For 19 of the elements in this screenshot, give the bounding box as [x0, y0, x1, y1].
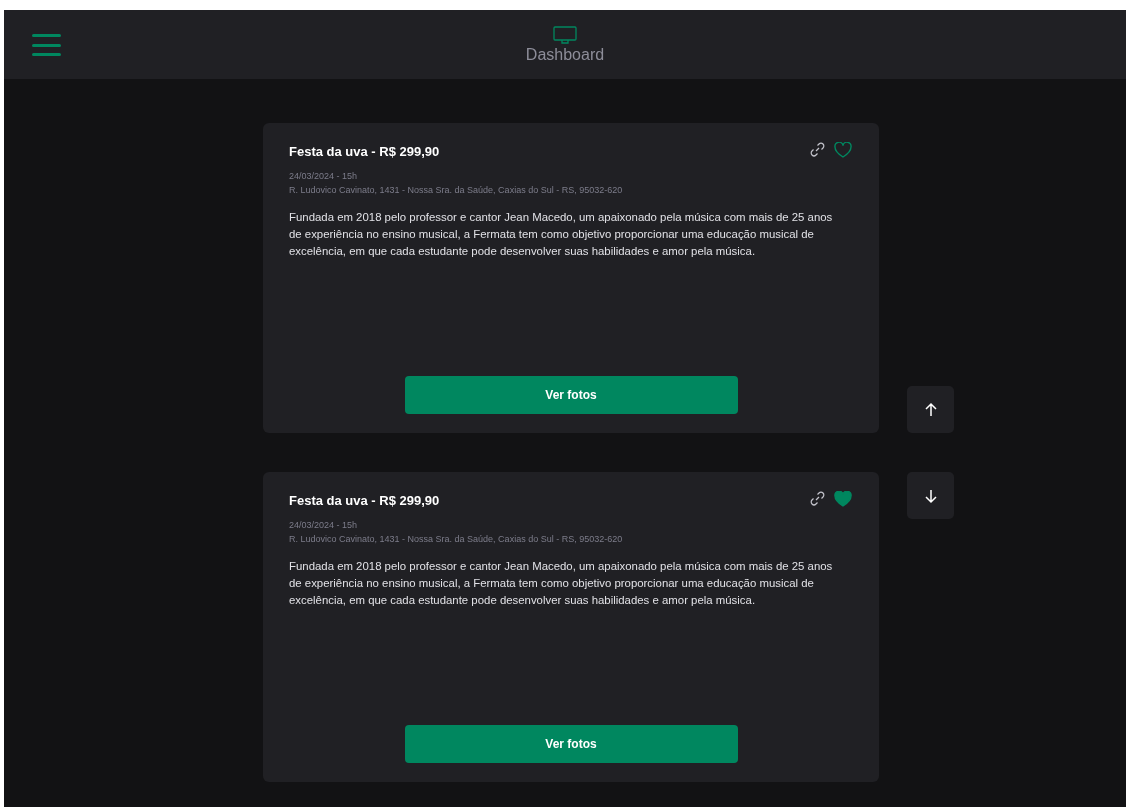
heart-icon[interactable] [834, 490, 852, 507]
up-arrow-button[interactable] [907, 386, 954, 433]
menu-icon[interactable] [32, 34, 61, 56]
event-title: Festa da uva - R$ 299,90 [289, 492, 440, 510]
event-date: 24/03/2024 - 15h [289, 169, 359, 183]
photos-button[interactable]: Ver fotos [404, 376, 738, 414]
event-address: R. Ludovico Cavinato, 1431 - Nossa Sra. da Saúde, Caxias do Sul - RS, 95032-620 [289, 183, 624, 197]
event-title: Festa da uva - R$ 299,90 [289, 143, 440, 161]
event-address: R. Ludovico Cavinato, 1431 - Nossa Sra. da Saúde, Caxias do Sul - RS, 95032-620 [289, 532, 624, 546]
link-icon[interactable] [809, 490, 826, 507]
monitor-icon [553, 26, 577, 45]
event-date: 24/03/2024 - 15h [289, 518, 359, 532]
down-arrow-button[interactable] [907, 472, 954, 519]
event-description: Fundada em 2018 pelo professor e cantor Jean Macedo, um apaixonado pela música com mais de 25 anos de experiência no ensino musical, a Fermata tem como objetivo proporcionar uma educação musical de excelência, em que cada estudante pode desenvolver suas habilidades e amor pela música. [289, 558, 834, 608]
event-description: Fundada em 2018 pelo professor e cantor Jean Macedo, um apaixonado pela música com mais de 25 anos de experiência no ensino musical, a Fermata tem como objetivo proporcionar uma educação musical de excelência, em que cada estudante pode desenvolver suas habilidades e amor pela música. [289, 209, 834, 259]
photos-button[interactable]: Ver fotos [404, 725, 738, 763]
heart-icon[interactable] [834, 141, 852, 158]
page-title: Dashboard [525, 45, 605, 65]
link-icon[interactable] [809, 141, 826, 158]
